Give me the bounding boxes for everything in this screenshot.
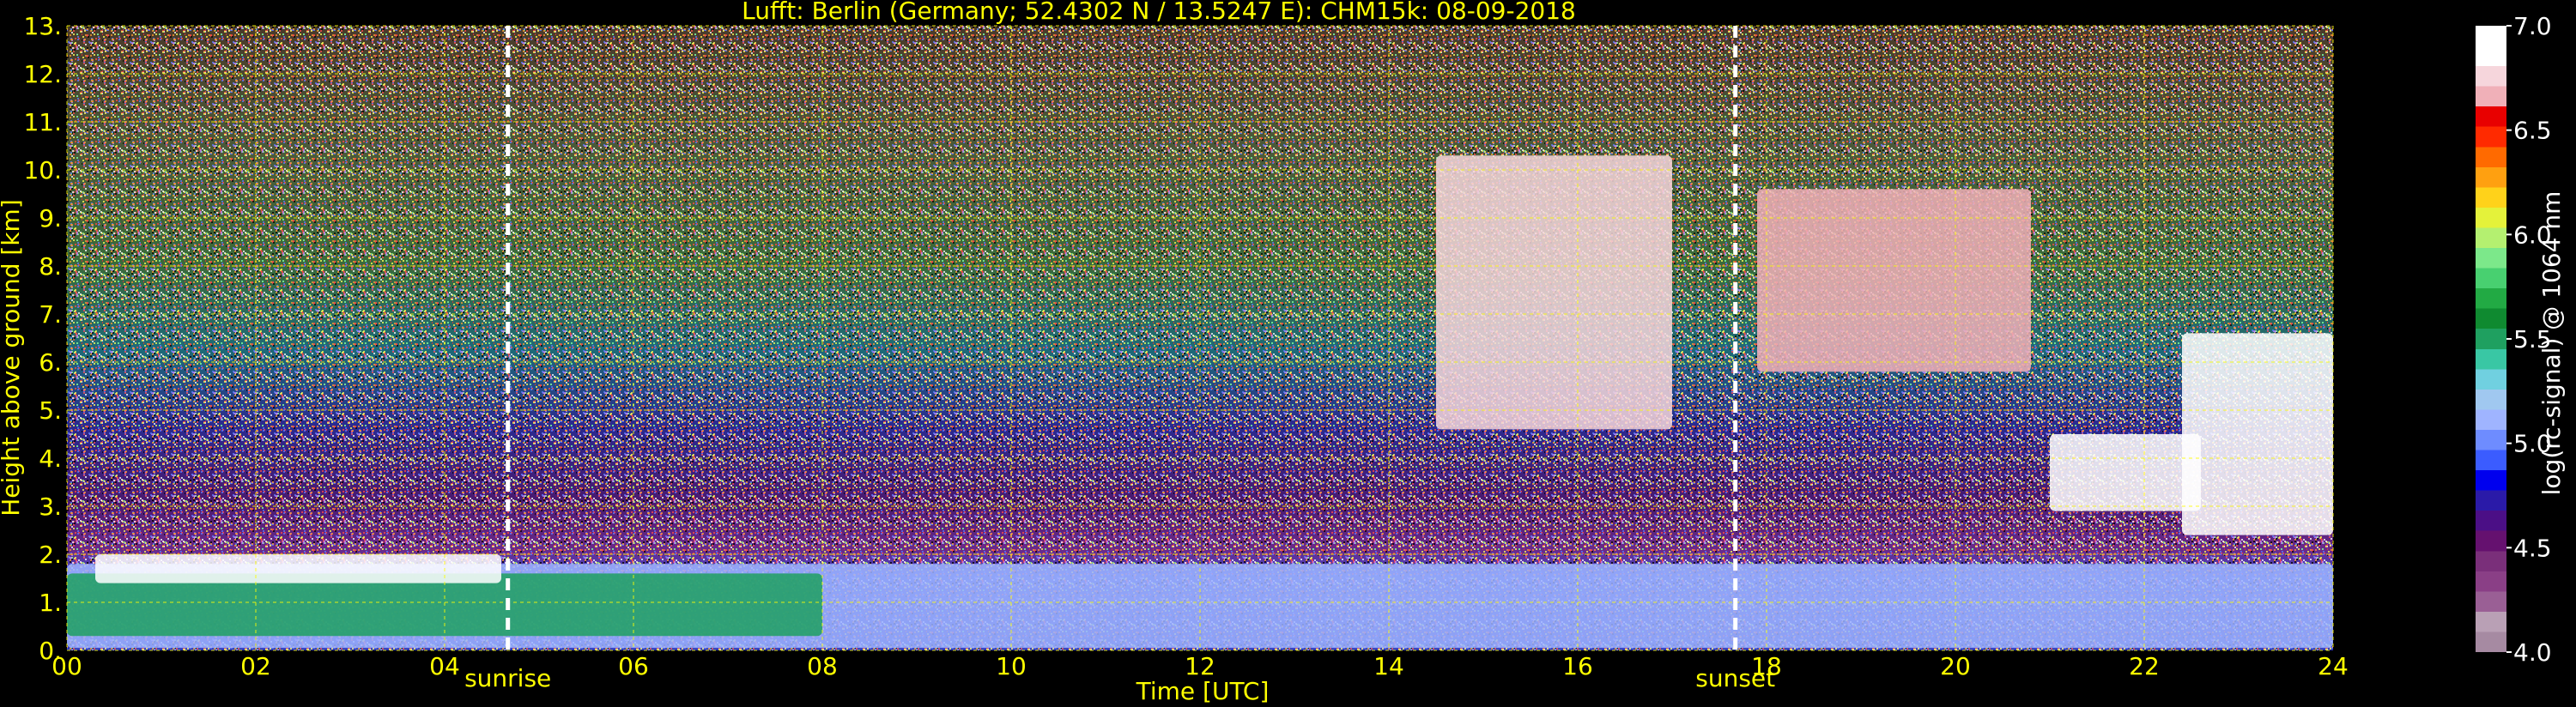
signal-layer: [2182, 333, 2333, 535]
signal-layer: [2050, 434, 2201, 511]
y-tick-label: 3.: [39, 492, 62, 521]
x-tick-label: 06: [618, 652, 649, 680]
y-tick-label: 4.: [39, 444, 62, 473]
y-tick-labels: 0.1.2.3.4.5.6.7.8.9.10.11.12.13.: [23, 12, 62, 665]
y-tick-label: 7.: [39, 300, 62, 329]
colorbar-tick-label: 4.5: [2513, 534, 2552, 562]
colorbar-tick-label: 6.5: [2513, 117, 2552, 145]
x-tick-label: 00: [52, 652, 82, 680]
x-tick-label: 08: [807, 652, 838, 680]
signal-layer: [1436, 155, 1672, 430]
y-tick-label: 6.: [39, 348, 62, 377]
x-tick-label: 22: [2129, 652, 2160, 680]
colorbar-tick-label: 7.0: [2513, 12, 2552, 40]
y-tick-label: 5.: [39, 396, 62, 425]
y-tick-label: 1.: [39, 589, 62, 617]
marker-label: sunrise: [464, 664, 551, 692]
colorbar-label: log(rc-signal) @ 1064 nm: [2537, 191, 2566, 496]
x-tick-label: 20: [1940, 652, 1971, 680]
y-axis-label: Height above ground [km]: [0, 199, 25, 517]
chart-title: Lufft: Berlin (Germany; 52.4302 N / 13.5…: [742, 0, 1576, 25]
colorbar-tick-label: 4.0: [2513, 638, 2552, 667]
y-tick-label: 12.: [23, 60, 62, 88]
plot-area: [66, 25, 2334, 651]
colorbar-scale: [2476, 26, 2506, 652]
lidar-chart: Lufft: Berlin (Germany; 52.4302 N / 13.5…: [0, 0, 2566, 705]
y-tick-label: 8.: [39, 252, 62, 281]
x-axis-label: Time [UTC]: [1136, 677, 1270, 705]
signal-layer: [1757, 189, 2031, 372]
y-tick-label: 13.: [23, 12, 62, 40]
colorbar: 4.04.55.05.56.06.57.0 log(rc-signal) @ 1…: [2476, 12, 2566, 667]
x-tick-label: 24: [2318, 652, 2349, 680]
marker-label: sunset: [1695, 664, 1775, 692]
x-tick-label: 16: [1562, 652, 1593, 680]
x-tick-label: 04: [429, 652, 460, 680]
x-tick-label: 14: [1373, 652, 1404, 680]
y-tick-label: 9.: [39, 204, 62, 233]
signal-layer: [95, 554, 501, 583]
y-tick-label: 10.: [23, 156, 62, 184]
x-tick-label: 02: [240, 652, 271, 680]
y-tick-label: 11.: [23, 108, 62, 136]
y-tick-label: 2.: [39, 541, 62, 569]
x-tick-label: 10: [996, 652, 1027, 680]
